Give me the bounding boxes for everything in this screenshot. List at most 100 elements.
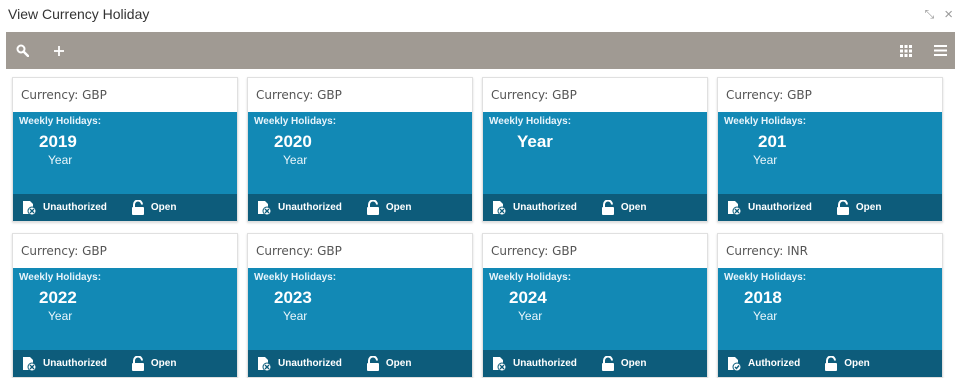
- grid-view-icon[interactable]: [900, 44, 912, 57]
- year-label: Year: [48, 153, 73, 167]
- unauthorized-icon: [491, 200, 507, 216]
- year-label: Year: [48, 309, 73, 323]
- card-footer: Unauthorized Open: [718, 194, 942, 221]
- currency-holiday-card[interactable]: Currency: GBP Weekly Holidays: 2020 Year…: [247, 77, 473, 222]
- currency-label: Currency:: [256, 88, 314, 102]
- currency-holiday-card[interactable]: Currency: GBP Weekly Holidays: 2024 Year…: [482, 233, 708, 378]
- record-status-label: Open: [150, 202, 177, 213]
- currency-value: GBP: [787, 88, 812, 102]
- add-icon[interactable]: [53, 45, 65, 57]
- currency-label: Currency:: [726, 88, 784, 102]
- card-header: Currency: GBP: [248, 78, 472, 112]
- window-controls: ⤡ ×: [925, 6, 953, 23]
- card-body: Weekly Holidays: 2023 Year: [248, 268, 472, 350]
- record-status: Open: [366, 355, 412, 372]
- year-value: 2020: [274, 132, 312, 151]
- card-footer: Unauthorized Open: [248, 194, 472, 221]
- record-status: Open: [601, 199, 646, 216]
- card-header: Currency: GBP: [483, 78, 707, 112]
- currency-holiday-card[interactable]: Currency: INR Weekly Holidays: 2018 Year…: [717, 233, 943, 378]
- close-icon[interactable]: ×: [944, 6, 953, 23]
- record-status-label: Open: [385, 202, 412, 213]
- card-footer: Unauthorized Open: [13, 194, 237, 221]
- currency-value: GBP: [317, 88, 342, 102]
- year-label: Year: [283, 153, 308, 167]
- year-value: 2023: [274, 288, 312, 307]
- record-status-label: Open: [150, 358, 177, 369]
- record-status-label: Open: [385, 358, 412, 369]
- auth-status-label: Unauthorized: [43, 202, 107, 213]
- weekly-holidays-label: Weekly Holidays:: [724, 116, 807, 127]
- toolbar: [6, 32, 955, 69]
- currency-holiday-card[interactable]: Currency: GBP Weekly Holidays: 2023 Year…: [247, 233, 473, 378]
- currency-label: Currency:: [726, 244, 784, 258]
- card-body: Weekly Holidays: 2020 Year: [248, 112, 472, 194]
- auth-status-label: Unauthorized: [748, 202, 812, 213]
- currency-label: Currency:: [491, 244, 549, 258]
- authorized-icon: [726, 356, 742, 372]
- weekly-holidays-label: Weekly Holidays:: [489, 116, 572, 127]
- currency-holiday-card[interactable]: Currency: GBP Weekly Holidays: 2022 Year…: [12, 233, 238, 378]
- currency-value: GBP: [317, 244, 342, 258]
- record-status: Open: [824, 355, 870, 372]
- card-footer: Unauthorized Open: [13, 350, 237, 377]
- card-body: Weekly Holidays: 2024 Year: [483, 268, 707, 350]
- auth-status: Unauthorized: [256, 356, 342, 372]
- weekly-holidays-label: Weekly Holidays:: [724, 272, 807, 283]
- card-header: Currency: GBP: [248, 234, 472, 268]
- auth-status: Unauthorized: [21, 356, 107, 372]
- currency-holiday-card[interactable]: Currency: GBP Weekly Holidays: 201 Year …: [717, 77, 943, 222]
- year-value: 2024: [509, 288, 547, 307]
- currency-value: GBP: [82, 244, 107, 258]
- search-icon[interactable]: [16, 44, 29, 57]
- currency-holiday-card[interactable]: Currency: GBP Weekly Holidays: 2019 Year…: [12, 77, 238, 222]
- record-status: Open: [601, 355, 647, 372]
- auth-status-label: Unauthorized: [278, 202, 342, 213]
- auth-status: Unauthorized: [491, 356, 577, 372]
- auth-status: Unauthorized: [726, 200, 812, 216]
- record-status-label: Open: [620, 358, 647, 369]
- year-label: Year: [753, 309, 778, 323]
- auth-status: Unauthorized: [21, 200, 107, 216]
- currency-holiday-card[interactable]: Currency: GBP Weekly Holidays: Year Unau…: [482, 77, 708, 222]
- unlock-icon: [601, 199, 615, 216]
- weekly-holidays-label: Weekly Holidays:: [254, 272, 337, 283]
- unlock-icon: [131, 199, 145, 216]
- card-header: Currency: GBP: [718, 78, 942, 112]
- currency-label: Currency:: [491, 88, 549, 102]
- minimize-icon[interactable]: ⤡: [925, 7, 935, 22]
- currency-label: Currency:: [21, 244, 79, 258]
- unauthorized-icon: [256, 356, 272, 372]
- view-currency-holiday-window: View Currency Holiday ⤡ × Currency: GBP …: [0, 0, 961, 378]
- auth-status-label: Unauthorized: [43, 358, 107, 369]
- unlock-icon: [366, 355, 380, 372]
- card-header: Currency: GBP: [483, 234, 707, 268]
- card-body: Weekly Holidays: 2019 Year: [13, 112, 237, 194]
- record-status: Open: [131, 355, 177, 372]
- auth-status-label: Unauthorized: [278, 358, 342, 369]
- year-value: Year: [517, 132, 553, 151]
- card-body: Weekly Holidays: 2022 Year: [13, 268, 237, 350]
- card-footer: Unauthorized Open: [248, 350, 472, 377]
- weekly-holidays-label: Weekly Holidays:: [19, 272, 102, 283]
- title-bar: View Currency Holiday ⤡ ×: [0, 0, 961, 32]
- weekly-holidays-label: Weekly Holidays:: [489, 272, 572, 283]
- card-header: Currency: GBP: [13, 234, 237, 268]
- unlock-icon: [824, 355, 838, 372]
- unauthorized-icon: [491, 356, 507, 372]
- auth-status-label: Unauthorized: [513, 202, 577, 213]
- year-value: 2018: [744, 288, 782, 307]
- record-status: Open: [836, 199, 881, 216]
- list-view-icon[interactable]: [934, 45, 947, 56]
- auth-status: Unauthorized: [256, 200, 342, 216]
- year-label: Year: [753, 153, 778, 167]
- year-label: Year: [283, 309, 308, 323]
- auth-status: Authorized: [726, 356, 800, 372]
- year-label: Year: [518, 309, 543, 323]
- unauthorized-icon: [726, 200, 742, 216]
- card-body: Weekly Holidays: Year: [483, 112, 707, 194]
- card-header: Currency: GBP: [13, 78, 237, 112]
- currency-label: Currency:: [256, 244, 314, 258]
- card-body: Weekly Holidays: 201 Year: [718, 112, 942, 194]
- record-status-label: Open: [844, 358, 870, 369]
